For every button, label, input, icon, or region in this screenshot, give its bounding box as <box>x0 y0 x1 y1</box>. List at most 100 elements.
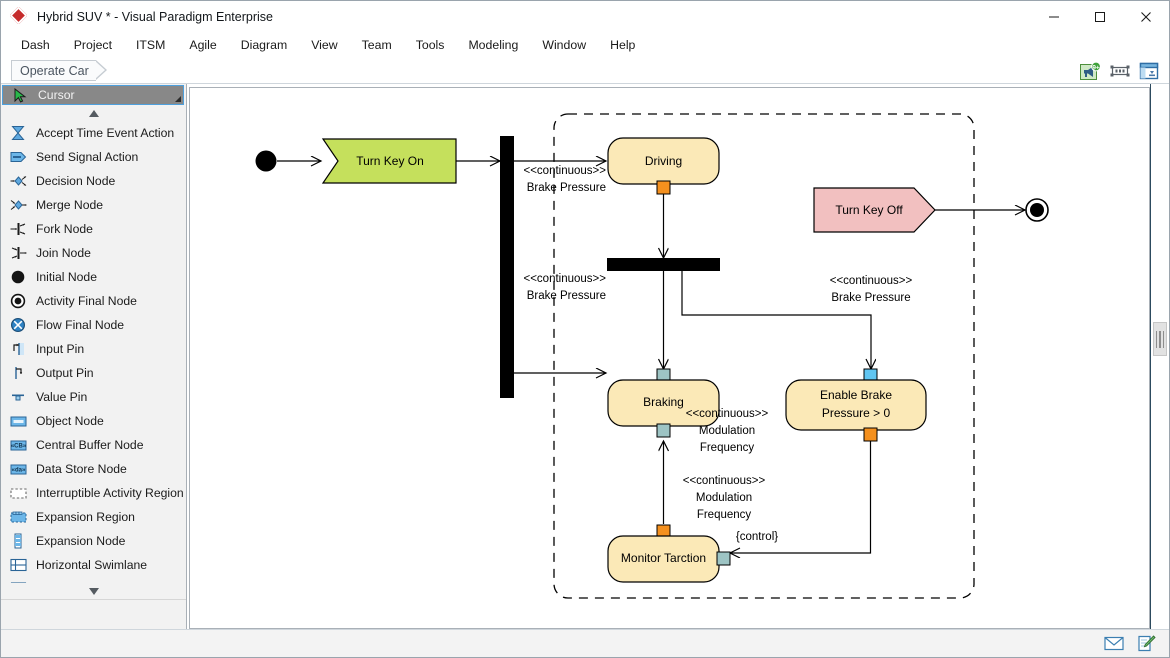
diagram-toolbox-palette: Cursor Accept Time Event Action <box>1 84 187 629</box>
palette-item-label: Interruptible Activity Region <box>36 486 184 500</box>
mail-envelope-icon[interactable] <box>1103 634 1125 654</box>
palette-scroll-down-arrow-icon[interactable] <box>1 583 186 599</box>
palette-item-label: Flow Final Node <box>36 318 124 332</box>
menu-item-view[interactable]: View <box>299 35 349 55</box>
status-bar <box>1 629 1169 657</box>
title-bar-left: Hybrid SUV * - Visual Paradigm Enterpris… <box>1 8 273 25</box>
edge-label-e1-stereotype: <<continuous>> <box>524 165 607 177</box>
menu-item-dash[interactable]: Dash <box>9 35 62 55</box>
fork-node-vertical <box>500 136 514 398</box>
palette-item-activity-final-node[interactable]: Activity Final Node <box>1 289 186 313</box>
edge-label-e6-constraint: {control} <box>736 531 778 543</box>
menu-item-tools[interactable]: Tools <box>404 35 457 55</box>
notes-pencil-icon[interactable] <box>1135 634 1157 654</box>
fit-to-frame-icon[interactable] <box>1108 60 1132 82</box>
activity-diagram-canvas[interactable]: Turn Key On Driving <<continuous <box>189 87 1150 629</box>
action-driving-label: Driving <box>645 154 682 168</box>
palette-scroll-up-arrow-icon[interactable] <box>1 105 186 121</box>
menu-item-agile[interactable]: Agile <box>177 35 228 55</box>
join-node-icon <box>9 244 27 262</box>
activity-final-node-icon <box>9 292 27 310</box>
palette-item-accept-time-event-action[interactable]: Accept Time Event Action <box>1 121 186 145</box>
fork-node-icon <box>9 220 27 238</box>
send-signal-icon <box>9 148 27 166</box>
data-store-node-icon: «da» <box>9 460 27 478</box>
action-braking-label: Braking <box>643 395 684 409</box>
edge-label-e5-name-line2: Frequency <box>697 509 752 521</box>
palette-item-fork-node[interactable]: Fork Node <box>1 217 186 241</box>
menu-item-help[interactable]: Help <box>598 35 647 55</box>
visual-paradigm-diamond-logo-icon <box>11 8 28 25</box>
palette-item-label: Initial Node <box>36 270 97 284</box>
palette-item-label: Expansion Node <box>36 534 125 548</box>
output-pin-driving <box>657 181 670 194</box>
menu-item-diagram[interactable]: Diagram <box>229 35 299 55</box>
close-icon[interactable] <box>1123 1 1169 32</box>
palette-item-join-node[interactable]: Join Node <box>1 241 186 265</box>
hourglass-icon <box>9 124 27 142</box>
menu-item-team[interactable]: Team <box>350 35 404 55</box>
edge-label-e3-stereotype: <<continuous>> <box>830 275 913 287</box>
show-panel-icon[interactable] <box>1137 60 1161 82</box>
palette-item-send-signal-action[interactable]: Send Signal Action <box>1 145 186 169</box>
send-signal-action-label: Turn Key Off <box>835 203 903 217</box>
action-enable-brake-label-line2: Pressure > 0 <box>822 406 891 420</box>
palette-item-output-pin[interactable]: Output Pin <box>1 361 186 385</box>
menu-item-window[interactable]: Window <box>530 35 598 55</box>
palette-item-label: Input Pin <box>36 342 84 356</box>
menu-item-modeling[interactable]: Modeling <box>456 35 530 55</box>
breadcrumb-item-operate-car[interactable]: Operate Car <box>11 60 96 81</box>
palette-item-object-node[interactable]: Object Node <box>1 409 186 433</box>
palette-item-expansion-region[interactable]: Expansion Region <box>1 505 186 529</box>
palette-item-central-buffer-node[interactable]: «CB» Central Buffer Node <box>1 433 186 457</box>
svg-text:9+: 9+ <box>1092 64 1100 71</box>
minimize-icon[interactable] <box>1031 1 1077 32</box>
palette-item-label: Expansion Region <box>36 510 135 524</box>
maximize-icon[interactable] <box>1077 1 1123 32</box>
menu-item-itsm[interactable]: ITSM <box>124 35 177 55</box>
palette-item-interruptible-activity-region[interactable]: Interruptible Activity Region <box>1 481 186 505</box>
palette-item-decision-node[interactable]: Decision Node <box>1 169 186 193</box>
edge-label-e4-stereotype: <<continuous>> <box>686 408 769 420</box>
diagram-canvas-area: Turn Key On Driving <<continuous <box>187 84 1169 629</box>
palette-item-data-store-node[interactable]: «da» Data Store Node <box>1 457 186 481</box>
palette-item-input-pin[interactable]: Input Pin <box>1 337 186 361</box>
palette-item-horizontal-swimlane[interactable]: Horizontal Swimlane <box>1 553 186 577</box>
central-buffer-node-icon: «CB» <box>9 436 27 454</box>
fork-node-horizontal <box>607 258 720 271</box>
palette-item-flow-final-node[interactable]: Flow Final Node <box>1 313 186 337</box>
activity-final-node-inner <box>1030 203 1044 217</box>
toolbar-right: 9+ <box>1079 58 1161 84</box>
accept-event-action-label: Turn Key On <box>356 154 424 168</box>
initial-node-icon <box>9 268 27 286</box>
breadcrumb-bar: Operate Car 9+ <box>1 58 1169 84</box>
window-title: Hybrid SUV * - Visual Paradigm Enterpris… <box>37 10 273 24</box>
edge-label-e1-name: Brake Pressure <box>527 182 606 194</box>
palette-item-cursor[interactable]: Cursor <box>2 85 184 105</box>
palette-item-expansion-node[interactable]: Expansion Node <box>1 529 186 553</box>
menu-item-project[interactable]: Project <box>62 35 124 55</box>
palette-item-value-pin[interactable]: Value Pin <box>1 385 186 409</box>
palette-item-label: Fork Node <box>36 222 93 236</box>
palette-item-merge-node[interactable]: Merge Node <box>1 193 186 217</box>
right-panel-resize-grip[interactable] <box>1153 322 1167 356</box>
window-controls <box>1031 1 1169 32</box>
palette-item-label: Cursor <box>38 88 75 102</box>
edge-label-e5-stereotype: <<continuous>> <box>683 475 766 487</box>
palette-item-label: Send Signal Action <box>36 150 138 164</box>
horizontal-swimlane-icon <box>9 556 27 574</box>
activity-diagram-svg: Turn Key On Driving <<continuous <box>190 88 1150 629</box>
output-pin-enable-brake <box>864 428 877 441</box>
decision-node-icon <box>9 172 27 190</box>
palette-item-label: Merge Node <box>36 198 103 212</box>
palette-item-label: Data Store Node <box>36 462 127 476</box>
palette-item-label: Horizontal Swimlane <box>36 558 147 572</box>
palette-item-label: Central Buffer Node <box>36 438 144 452</box>
input-pin-braking-bottom <box>657 424 670 437</box>
right-panel-strip <box>1150 84 1169 629</box>
palette-item-initial-node[interactable]: Initial Node <box>1 265 186 289</box>
announcement-megaphone-icon[interactable]: 9+ <box>1079 60 1103 82</box>
palette-item-label: Activity Final Node <box>36 294 137 308</box>
palette-item-label: Join Node <box>36 246 91 260</box>
edge-label-e5-name-line1: Modulation <box>696 492 752 504</box>
